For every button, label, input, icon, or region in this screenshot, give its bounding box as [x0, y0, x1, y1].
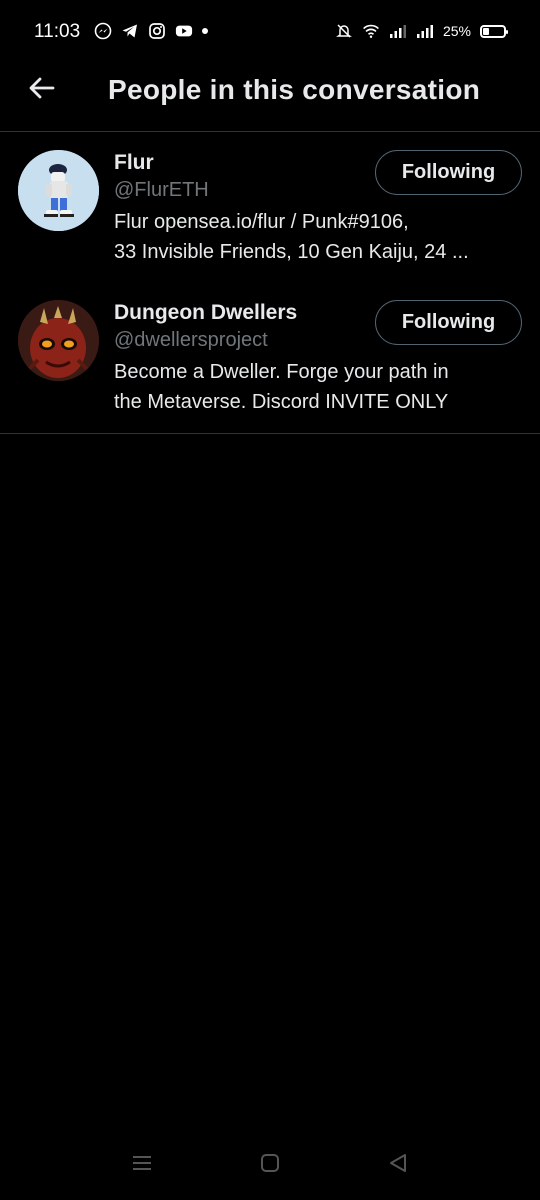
- battery-percent: 25%: [442, 23, 471, 39]
- header: People in this conversation: [0, 64, 540, 132]
- person-name[interactable]: Flur: [114, 151, 154, 175]
- home-square-icon: [260, 1153, 280, 1178]
- system-nav-bar: [0, 1130, 540, 1200]
- bio-line: the Metaverse. Discord INVITE ONLY: [114, 391, 449, 413]
- nav-back-button[interactable]: [385, 1152, 411, 1178]
- battery-icon: [480, 24, 508, 38]
- following-button[interactable]: Following: [375, 300, 522, 345]
- home-button[interactable]: [257, 1152, 283, 1178]
- bio-line: Flur opensea.io/flur / Punk#9106,: [114, 211, 409, 233]
- mute-icon: [335, 22, 353, 40]
- menu-icon: [131, 1153, 153, 1178]
- signal-1-icon: [389, 22, 407, 40]
- notification-dot: [202, 28, 208, 34]
- person-bio: Become a Dweller. Forge your path in the…: [114, 357, 519, 417]
- people-list: Flur @FlurETH Flur opensea.io/flur / Pun…: [0, 133, 540, 434]
- back-button[interactable]: [26, 74, 58, 106]
- person-handle: @dwellersproject: [114, 329, 268, 351]
- recent-apps-button[interactable]: [129, 1152, 155, 1178]
- avatar[interactable]: [18, 150, 99, 231]
- avatar[interactable]: [18, 300, 99, 381]
- messenger-icon: [94, 22, 112, 40]
- youtube-icon: [175, 22, 193, 40]
- status-bar: 11:03 25%: [0, 0, 540, 64]
- bio-line: Become a Dweller. Forge your path in: [114, 361, 449, 383]
- arrow-left-icon: [28, 74, 56, 107]
- person-row[interactable]: Flur @FlurETH Flur opensea.io/flur / Pun…: [0, 133, 540, 283]
- person-name[interactable]: Dungeon Dwellers: [114, 301, 297, 325]
- person-bio: Flur opensea.io/flur / Punk#9106, 33 Inv…: [114, 207, 519, 267]
- wifi-icon: [362, 22, 380, 40]
- back-triangle-icon: [387, 1152, 409, 1179]
- status-time: 11:03: [34, 21, 81, 42]
- notification-icons: [94, 22, 208, 40]
- system-icons: 25%: [335, 22, 508, 40]
- person-row[interactable]: Dungeon Dwellers @dwellersproject Become…: [0, 283, 540, 433]
- telegram-icon: [121, 22, 139, 40]
- bio-line: 33 Invisible Friends, 10 Gen Kaiju, 24 .…: [114, 241, 469, 263]
- signal-2-icon: [416, 22, 434, 40]
- page-title: People in this conversation: [108, 74, 481, 105]
- instagram-icon: [148, 22, 166, 40]
- following-button[interactable]: Following: [375, 150, 522, 195]
- person-handle: @FlurETH: [114, 179, 209, 201]
